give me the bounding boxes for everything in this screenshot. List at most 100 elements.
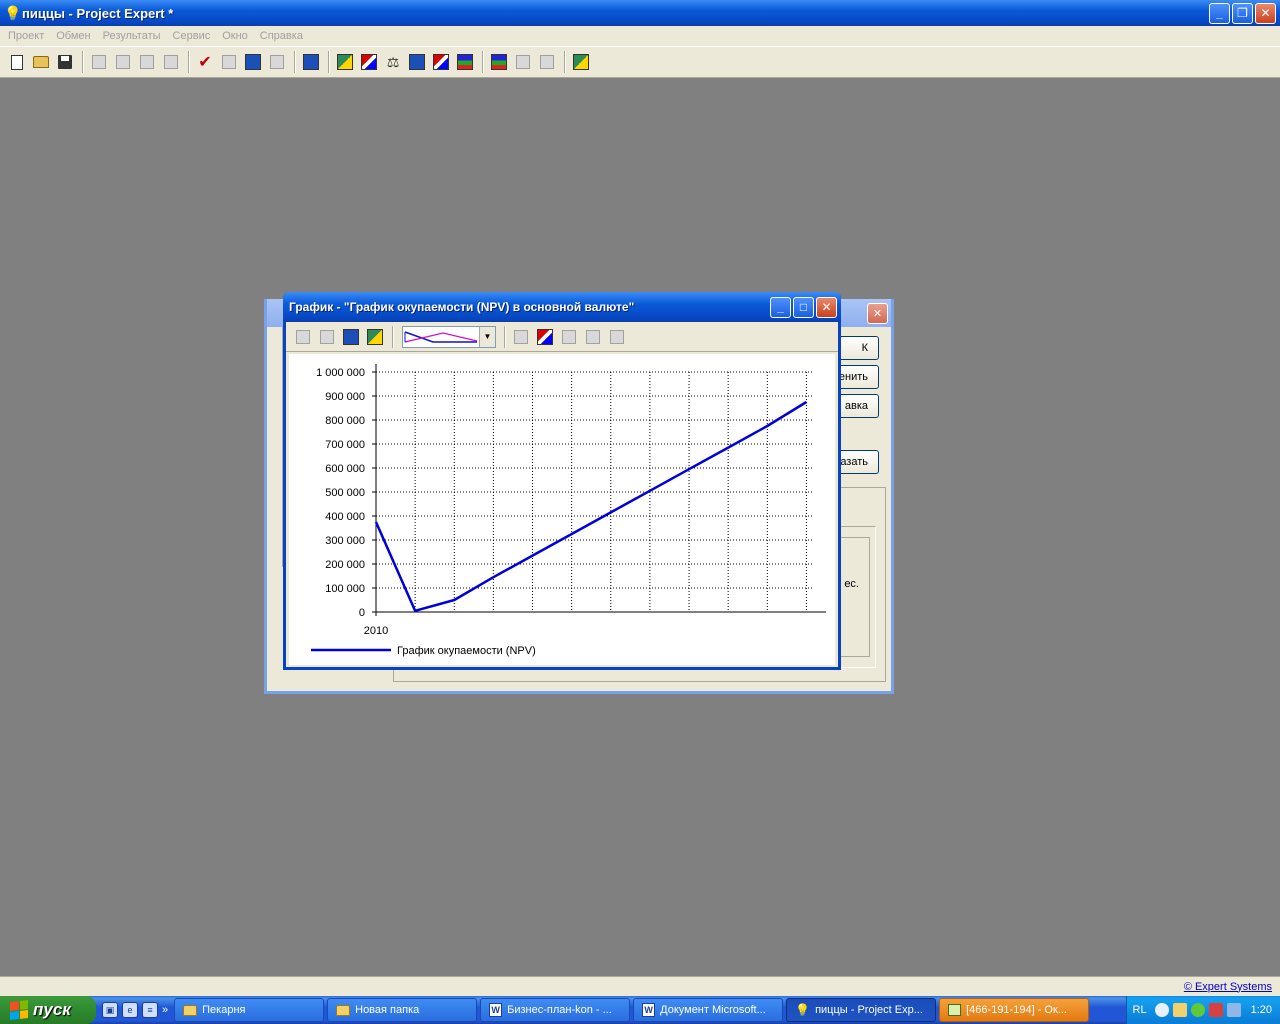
table-icon xyxy=(610,329,624,344)
menu-window[interactable]: Окно xyxy=(216,30,254,42)
tray-monitor-icon[interactable] xyxy=(1226,1003,1241,1017)
checklist-button[interactable] xyxy=(218,51,240,73)
open-button[interactable] xyxy=(30,51,52,73)
table-button[interactable] xyxy=(334,51,356,73)
print-preview-icon xyxy=(92,55,106,69)
restore-button[interactable]: ❐ xyxy=(1232,2,1253,24)
balance-button[interactable]: ⚖ xyxy=(382,51,404,73)
open-folder-icon xyxy=(33,56,49,68)
menu-service[interactable]: Сервис xyxy=(167,30,217,42)
chart-word-button[interactable] xyxy=(340,326,362,348)
task-label: Документ Microsoft... xyxy=(660,1004,766,1016)
background-dialog-close-button[interactable]: ✕ xyxy=(867,302,888,324)
toolbar-separator xyxy=(482,51,484,73)
y-tick-label: 700 000 xyxy=(325,439,365,451)
chart-web-button[interactable] xyxy=(364,326,386,348)
print-button[interactable] xyxy=(112,51,134,73)
chart-type-dropdown[interactable]: ▼ xyxy=(402,325,496,348)
y-tick-label: 400 000 xyxy=(325,511,365,523)
chart-color-button[interactable] xyxy=(582,326,604,348)
report-button[interactable] xyxy=(300,51,322,73)
axes-icon xyxy=(562,329,576,344)
chart-series-button[interactable] xyxy=(534,326,556,348)
tray-folder-icon[interactable] xyxy=(1172,1003,1187,1017)
menu-results[interactable]: Результаты xyxy=(97,30,167,42)
chevron-down-icon[interactable]: ▼ xyxy=(479,326,495,347)
save-disk-icon xyxy=(58,55,72,69)
bar-chart-button[interactable] xyxy=(488,51,510,73)
task-business-plan[interactable]: W Бизнес-план-kon - ... xyxy=(480,998,631,1022)
chart-minimize-button[interactable]: _ xyxy=(770,296,791,318)
expert-systems-link[interactable]: © Expert Systems xyxy=(1184,981,1272,993)
word-export-button[interactable] xyxy=(136,51,158,73)
printer-icon xyxy=(296,329,310,344)
check-button[interactable]: ✔ xyxy=(194,51,216,73)
toolbar-separator xyxy=(504,325,506,348)
web-export-button[interactable] xyxy=(160,51,182,73)
document-icon[interactable]: ≡ xyxy=(142,1002,158,1018)
menu-project[interactable]: Проект xyxy=(2,30,50,42)
chart-button[interactable] xyxy=(454,51,476,73)
chart-close-button[interactable]: ✕ xyxy=(816,296,837,318)
chart-preview-button[interactable] xyxy=(316,326,338,348)
npv-series-line xyxy=(374,400,808,613)
transfer-button[interactable] xyxy=(242,51,264,73)
toolbar-separator xyxy=(188,51,190,73)
preview-button[interactable] xyxy=(88,51,110,73)
task-project-expert[interactable]: 💡 пиццы - Project Exp... xyxy=(786,998,937,1022)
chart-window-title-bar[interactable]: График - "График окупаемости (NPV) в осн… xyxy=(283,292,841,322)
toolbar-separator xyxy=(564,51,566,73)
chart-toolbar: ▼ xyxy=(286,322,838,352)
chevron-left-icon[interactable] xyxy=(1154,1003,1169,1017)
tray-security-icon[interactable] xyxy=(1208,1003,1223,1017)
chart-axes-button[interactable] xyxy=(558,326,580,348)
task-microsoft-document[interactable]: W Документ Microsoft... xyxy=(633,998,784,1022)
desktop-icon[interactable]: ▣ xyxy=(102,1002,118,1018)
tray-network-icon[interactable] xyxy=(1190,1003,1205,1017)
cashflow-button[interactable] xyxy=(358,51,380,73)
chart-settings-button[interactable] xyxy=(510,326,532,348)
minimize-button[interactable]: _ xyxy=(1209,2,1230,24)
new-button[interactable] xyxy=(6,51,28,73)
print-preview-icon xyxy=(320,329,334,344)
quick-launch-more[interactable]: » xyxy=(162,1004,168,1016)
series-icon xyxy=(537,328,553,345)
word-icon: W xyxy=(489,1003,503,1017)
chart-print-button[interactable] xyxy=(292,326,314,348)
lightbulb-icon: 💡 xyxy=(4,5,22,21)
close-button[interactable]: ✕ xyxy=(1255,2,1276,24)
transfer-icon xyxy=(245,54,261,70)
palette-icon xyxy=(586,329,600,344)
save-button[interactable] xyxy=(54,51,76,73)
task-chat-window[interactable]: [466-191-194] - Ок... xyxy=(939,998,1090,1022)
task-pekarnya[interactable]: Пекарня xyxy=(174,998,325,1022)
windows-logo-icon xyxy=(10,1000,28,1020)
npv-pi-button[interactable] xyxy=(512,51,534,73)
menu-help[interactable]: Справка xyxy=(254,30,309,42)
start-button[interactable]: пуск xyxy=(0,996,96,1024)
calculator-button[interactable] xyxy=(570,51,592,73)
word-icon: W xyxy=(642,1003,656,1017)
word-icon xyxy=(343,328,359,345)
menu-exchange[interactable]: Обмен xyxy=(50,30,96,42)
task-new-folder[interactable]: Новая папка xyxy=(327,998,478,1022)
notes-button[interactable] xyxy=(266,51,288,73)
language-indicator[interactable]: RL xyxy=(1133,1004,1147,1016)
structure-button[interactable] xyxy=(536,51,558,73)
main-toolbar: ✔ ⚖ xyxy=(0,46,1280,78)
internet-explorer-icon[interactable]: e xyxy=(122,1002,138,1018)
analysis-button[interactable] xyxy=(406,51,428,73)
toolbar-separator xyxy=(392,325,394,348)
x-tick-label: 2010 xyxy=(364,625,388,637)
checklist-icon xyxy=(222,55,236,69)
y-tick-label: 600 000 xyxy=(325,463,365,475)
chart-table-button[interactable] xyxy=(606,326,628,348)
toolbar-separator xyxy=(328,51,330,73)
new-document-icon xyxy=(11,54,23,70)
ratios-button[interactable] xyxy=(430,51,452,73)
app-title-bar[interactable]: 💡 пиццы - Project Expert * _ ❐ ✕ xyxy=(0,0,1280,26)
chart-maximize-button[interactable]: □ xyxy=(793,296,814,318)
chart-window[interactable]: График - "График окупаемости (NPV) в осн… xyxy=(283,292,841,670)
chart-window-title: График - "График окупаемости (NPV) в осн… xyxy=(289,300,635,314)
lightbulb-icon: 💡 xyxy=(795,1003,811,1017)
